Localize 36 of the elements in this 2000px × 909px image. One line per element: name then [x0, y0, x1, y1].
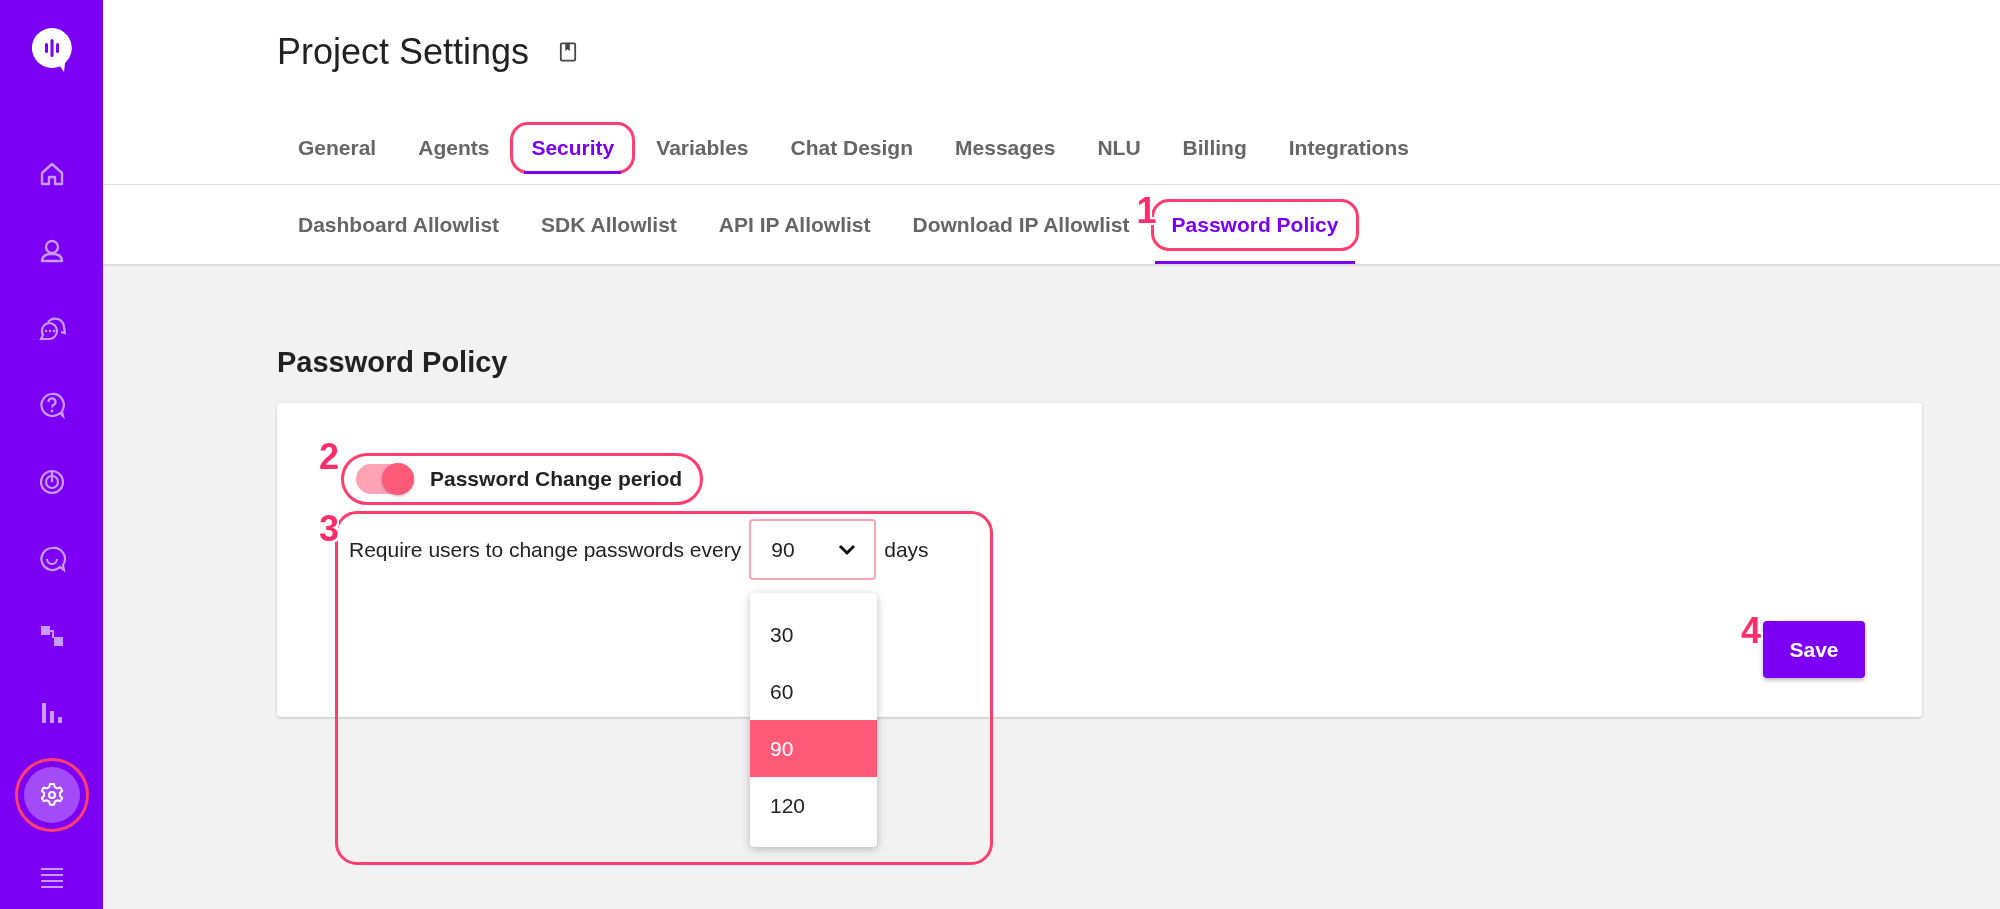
sub-tab[interactable]: SDK Allowlist: [523, 212, 695, 237]
chat-bubbles-icon: [37, 314, 66, 342]
callout-number: 4: [1741, 613, 1762, 649]
settings-nav-button[interactable]: [23, 767, 80, 823]
tab[interactable]: Messages: [937, 125, 1074, 171]
period-select[interactable]: 90: [749, 519, 877, 580]
sub-tab[interactable]: Dashboard Allowlist: [280, 212, 518, 237]
callout-number: 3: [319, 511, 340, 547]
tab[interactable]: Chat Design: [772, 125, 932, 171]
dropdown-option[interactable]: 120: [750, 777, 877, 834]
dropdown-option[interactable]: 30: [750, 606, 877, 663]
tab[interactable]: NLU: [1079, 125, 1159, 171]
sub-tab[interactable]: API IP Allowlist: [700, 212, 889, 237]
bookmark-book-icon[interactable]: [559, 42, 578, 62]
help-icon: [37, 391, 66, 419]
dropdown-option[interactable]: 90: [750, 720, 877, 777]
toggle-label: Password Change period: [430, 467, 683, 491]
callout-number: 2: [319, 439, 340, 475]
tab[interactable]: Variables: [638, 125, 767, 171]
tab[interactable]: Agents: [400, 125, 508, 171]
toggle-switch[interactable]: [356, 464, 414, 494]
tab[interactable]: Integrations: [1270, 125, 1427, 171]
page-title: Project Settings: [277, 31, 530, 73]
speech-bubble-logo-icon: [29, 26, 74, 74]
days-label: days: [884, 537, 929, 562]
section-title: Password Policy: [277, 346, 509, 379]
tab[interactable]: Security: [513, 125, 633, 171]
smile-bubble-icon: [37, 545, 66, 573]
tab[interactable]: General: [280, 125, 395, 171]
chevron-down-icon: [838, 543, 857, 556]
callout-number: 1: [1136, 193, 1157, 229]
dropdown-option[interactable]: 60: [750, 663, 877, 720]
target-icon: [37, 468, 66, 496]
period-label: Require users to change passwords every: [349, 537, 742, 562]
tab[interactable]: Billing: [1164, 125, 1265, 171]
save-button[interactable]: Save: [1763, 621, 1865, 678]
